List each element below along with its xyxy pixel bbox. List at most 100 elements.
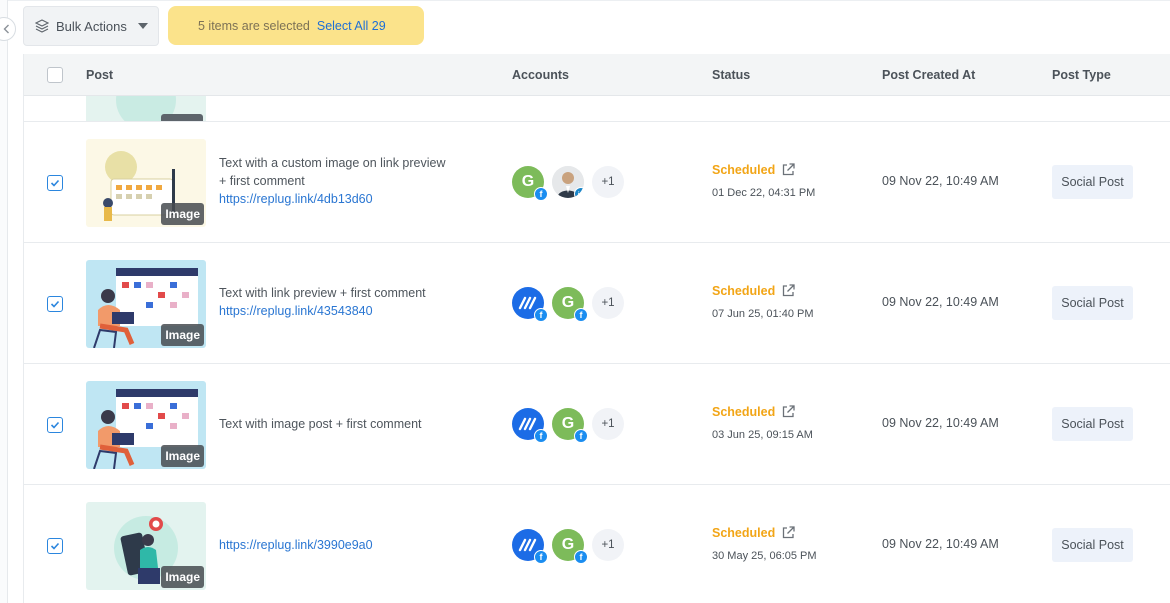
facebook-icon: f (534, 429, 548, 443)
scheduled-date: 03 Jun 25, 09:15 AM (712, 429, 813, 441)
account-avatar[interactable]: f (512, 287, 548, 322)
external-link-icon[interactable] (781, 283, 796, 298)
brand-logo-icon (518, 417, 537, 431)
table-row-partial (24, 96, 1170, 122)
posts-page: Bulk Actions 5 items are selected Select… (0, 0, 1170, 603)
column-header-status[interactable]: Status (712, 68, 750, 82)
post-link[interactable]: https://replug.link/3990e9a0 (219, 536, 479, 554)
table-row[interactable]: Image Text with image post + first comme… (24, 364, 1170, 485)
post-link[interactable]: https://replug.link/4db13d60 (219, 190, 479, 208)
account-initial: G (521, 173, 535, 190)
status-text: Scheduled (712, 162, 776, 177)
status-label: Scheduled (712, 162, 796, 177)
top-divider (8, 0, 1170, 1)
account-initial: G (561, 536, 575, 553)
table-row[interactable]: Image https://replug.link/3990e9a0 f G f… (24, 485, 1170, 603)
facebook-icon: f (574, 429, 588, 443)
facebook-icon: f (534, 308, 548, 322)
image-badge: Image (161, 566, 204, 588)
created-at: 09 Nov 22, 10:49 AM (882, 416, 999, 430)
facebook-icon: f (534, 187, 548, 201)
post-thumbnail[interactable]: Image (86, 139, 206, 227)
post-thumbnail (86, 96, 206, 121)
post-content: Text with link preview + first comment h… (219, 284, 479, 320)
post-content: https://replug.link/3990e9a0 (219, 536, 479, 554)
scheduled-date: 07 Jun 25, 01:40 PM (712, 308, 814, 320)
facebook-icon: f (574, 550, 588, 564)
scheduled-date: 30 May 25, 06:05 PM (712, 550, 817, 562)
post-thumbnail[interactable]: Image (86, 381, 206, 469)
check-icon (50, 421, 60, 429)
post-text-line: + first comment (219, 174, 305, 188)
post-type-badge: Social Post (1052, 528, 1133, 562)
post-text-line: Text with image post + first comment (219, 417, 422, 431)
account-avatar[interactable]: f (512, 529, 548, 564)
account-initial: G (561, 294, 575, 311)
column-header-post-type[interactable]: Post Type (1052, 68, 1111, 82)
table-row[interactable]: Image Text with link preview + first com… (24, 243, 1170, 364)
post-text-line: Text with link preview + first comment (219, 286, 426, 300)
more-accounts-badge[interactable]: +1 (592, 166, 624, 198)
account-avatar[interactable]: f (512, 408, 548, 443)
external-link-icon[interactable] (781, 162, 796, 177)
post-type-badge: Social Post (1052, 407, 1133, 441)
layers-icon (35, 19, 49, 33)
status-text: Scheduled (712, 404, 776, 419)
post-thumbnail[interactable]: Image (86, 502, 206, 590)
left-rail (0, 0, 8, 603)
check-icon (50, 542, 60, 550)
image-badge: Image (161, 203, 204, 225)
table-row[interactable]: Image Text with a custom image on link p… (24, 122, 1170, 243)
row-checkbox[interactable] (47, 417, 63, 433)
created-at: 09 Nov 22, 10:49 AM (882, 174, 999, 188)
selection-count-text: 5 items are selected (198, 18, 310, 33)
status-label: Scheduled (712, 283, 796, 298)
post-type-badge: Social Post (1052, 286, 1133, 320)
post-type-badge: Social Post (1052, 165, 1133, 199)
post-content: Text with a custom image on link preview… (219, 154, 479, 208)
bulk-actions-label: Bulk Actions (56, 18, 127, 34)
more-accounts-badge[interactable]: +1 (592, 529, 624, 561)
more-accounts-badge[interactable]: +1 (592, 287, 624, 319)
status-text: Scheduled (712, 283, 776, 298)
posts-table: Post Accounts Status Post Created At Pos… (23, 54, 1170, 603)
status-text: Scheduled (712, 525, 776, 540)
select-all-link[interactable]: Select All 29 (317, 19, 386, 33)
status-label: Scheduled (712, 525, 796, 540)
collapse-sidebar-button[interactable] (0, 17, 16, 41)
select-all-checkbox[interactable] (47, 67, 63, 83)
created-at: 09 Nov 22, 10:49 AM (882, 537, 999, 551)
more-accounts-badge[interactable]: +1 (592, 408, 624, 440)
facebook-icon: f (574, 308, 588, 322)
column-header-created-at[interactable]: Post Created At (882, 68, 975, 82)
post-link[interactable]: https://replug.link/43543840 (219, 302, 479, 320)
post-thumbnail[interactable]: Image (86, 260, 206, 348)
scheduled-date: 01 Dec 22, 04:31 PM (712, 187, 816, 199)
account-avatar[interactable]: G f (552, 408, 588, 443)
row-checkbox[interactable] (47, 175, 63, 191)
account-avatar[interactable]: in (552, 166, 584, 198)
chevron-left-icon (3, 24, 9, 34)
row-checkbox[interactable] (47, 296, 63, 312)
bulk-actions-dropdown[interactable]: Bulk Actions (23, 6, 159, 46)
row-checkbox[interactable] (47, 538, 63, 554)
account-avatar[interactable]: G f (552, 287, 588, 322)
facebook-icon: f (534, 550, 548, 564)
linkedin-icon: in (574, 187, 584, 198)
brand-logo-icon (518, 538, 537, 552)
post-content: Text with image post + first comment (219, 415, 479, 433)
column-header-post[interactable]: Post (86, 68, 113, 82)
post-text-line: Text with a custom image on link preview (219, 156, 446, 170)
created-at: 09 Nov 22, 10:49 AM (882, 295, 999, 309)
selection-banner: 5 items are selected Select All 29 (168, 6, 424, 45)
account-initial: G (561, 415, 575, 432)
image-badge: Image (161, 324, 204, 346)
external-link-icon[interactable] (781, 525, 796, 540)
check-icon (50, 179, 60, 187)
account-avatar[interactable]: G f (552, 529, 588, 564)
external-link-icon[interactable] (781, 404, 796, 419)
image-badge: Image (161, 445, 204, 467)
brand-logo-icon (518, 296, 537, 310)
account-avatar[interactable]: G f (512, 166, 548, 201)
column-header-accounts[interactable]: Accounts (512, 68, 569, 82)
